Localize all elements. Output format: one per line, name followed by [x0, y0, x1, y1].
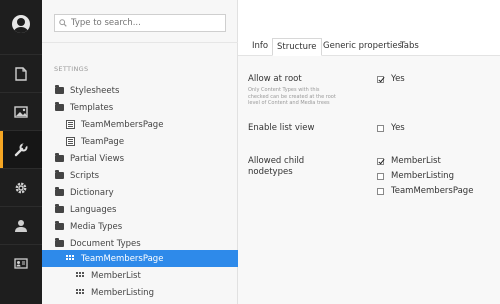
- enable-list-view-checkbox[interactable]: [377, 124, 384, 132]
- developer-gear-icon: [15, 182, 27, 193]
- editor-tabs: Info Structure Generic properties Tabs: [238, 38, 500, 56]
- allow-at-root-value: Yes: [391, 74, 405, 84]
- child-memberlist-checkbox[interactable]: [377, 157, 384, 165]
- tree-node-label: Media Types: [70, 221, 123, 232]
- child-option-teammemberspage[interactable]: TeamMembersPage: [377, 186, 473, 196]
- tree-node-doctype-memberlist[interactable]: MemberList: [42, 267, 238, 284]
- tree-node-label: MemberList: [91, 270, 141, 281]
- search-icon: [59, 19, 67, 27]
- search-input[interactable]: [71, 18, 221, 28]
- folder-icon: [55, 238, 64, 247]
- template-icon: [66, 137, 75, 146]
- tree-divider: [42, 42, 238, 43]
- media-icon: [14, 105, 28, 118]
- tree-node-doctype-memberlisting[interactable]: MemberListing: [42, 284, 238, 301]
- tree-node-scripts[interactable]: Scripts: [42, 167, 238, 184]
- tab-tabs[interactable]: Tabs: [396, 38, 423, 56]
- structure-panel: Allow at root Only Content Types with th…: [238, 56, 500, 304]
- rail-developer-section[interactable]: [0, 168, 42, 206]
- tab-info[interactable]: Info: [248, 38, 272, 56]
- enable-list-view-label: Enable list view: [248, 123, 315, 133]
- tree-node-label: Dictionary: [70, 187, 114, 198]
- tree-node-stylesheets[interactable]: Stylesheets: [42, 82, 238, 99]
- allow-at-root-description: Only Content Types with this checked can…: [248, 87, 336, 106]
- user-avatar[interactable]: [12, 15, 30, 33]
- search-box[interactable]: [54, 14, 226, 32]
- rail-media-section[interactable]: [0, 92, 42, 130]
- app-section-rail: [0, 0, 42, 304]
- tree-node-label: TeamPage: [81, 136, 125, 147]
- allowed-child-label-line1: Allowed child: [248, 156, 305, 166]
- tree-node-label: Templates: [70, 102, 114, 113]
- folder-icon: [55, 204, 64, 213]
- tree-node-partial-views[interactable]: Partial Views: [42, 150, 238, 167]
- tree-node-template-teampage[interactable]: TeamPage: [42, 133, 238, 150]
- child-option-label: MemberListing: [391, 171, 454, 181]
- tree-node-media-types[interactable]: Media Types: [42, 218, 238, 235]
- tree-node-templates[interactable]: Templates: [42, 99, 238, 116]
- child-option-label: TeamMembersPage: [391, 186, 474, 196]
- child-option-label: MemberList: [391, 156, 441, 166]
- folder-icon: [55, 221, 64, 230]
- child-option-memberlist[interactable]: MemberList: [377, 156, 441, 166]
- rail-content-section[interactable]: [0, 54, 42, 92]
- doctype-icon: [66, 254, 75, 263]
- editor-main: Info Structure Generic properties Tabs A…: [238, 0, 500, 304]
- allow-at-root-option[interactable]: Yes: [377, 74, 405, 84]
- tree-node-template-teammemberspage[interactable]: TeamMembersPage: [42, 116, 238, 133]
- folder-icon: [55, 102, 64, 111]
- content-icon: [15, 66, 27, 81]
- folder-icon: [55, 85, 64, 94]
- tree-section-header: SETTINGS: [54, 65, 89, 73]
- child-teammemberspage-checkbox[interactable]: [377, 187, 384, 195]
- tab-structure[interactable]: Structure: [272, 38, 322, 56]
- tree-node-label: Languages: [70, 204, 117, 215]
- tree-node-label: Scripts: [70, 170, 100, 181]
- tree-node-label: TeamMembersPage: [81, 119, 164, 130]
- folder-icon: [55, 153, 64, 162]
- allow-at-root-label: Allow at root: [248, 74, 302, 84]
- settings-tree-panel: SETTINGS Stylesheets Templates TeamMembe…: [42, 0, 238, 304]
- doctype-icon: [76, 271, 85, 280]
- folder-icon: [55, 187, 64, 196]
- allowed-child-label-line2: nodetypes: [248, 167, 293, 177]
- tree-node-label: MemberListing: [91, 287, 154, 298]
- tree-node-label: TeamMembersPage: [81, 253, 164, 264]
- tab-generic-properties[interactable]: Generic properties: [319, 38, 406, 56]
- tree-node-languages[interactable]: Languages: [42, 201, 238, 218]
- allow-at-root-checkbox[interactable]: [377, 75, 384, 83]
- tree-node-label: Stylesheets: [70, 85, 120, 96]
- rail-members-section[interactable]: [0, 244, 42, 282]
- members-icon: [14, 258, 28, 269]
- users-icon: [15, 220, 27, 232]
- rail-settings-section[interactable]: [0, 130, 42, 168]
- child-option-memberlisting[interactable]: MemberListing: [377, 171, 454, 181]
- tree-node-dictionary[interactable]: Dictionary: [42, 184, 238, 201]
- tree-node-doctype-teammemberspage[interactable]: TeamMembersPage: [42, 250, 238, 267]
- tree-node-label: Document Types: [70, 238, 141, 249]
- folder-icon: [55, 170, 64, 179]
- rail-users-section[interactable]: [0, 206, 42, 244]
- allowed-child-nodetypes-label: Allowed child nodetypes: [248, 156, 304, 178]
- enable-list-view-value: Yes: [391, 123, 405, 133]
- settings-wrench-icon: [14, 142, 28, 156]
- tree-node-label: Partial Views: [70, 153, 125, 164]
- child-memberlisting-checkbox[interactable]: [377, 172, 384, 180]
- template-icon: [66, 120, 75, 129]
- doctype-icon: [76, 288, 85, 297]
- enable-list-view-option[interactable]: Yes: [377, 123, 405, 133]
